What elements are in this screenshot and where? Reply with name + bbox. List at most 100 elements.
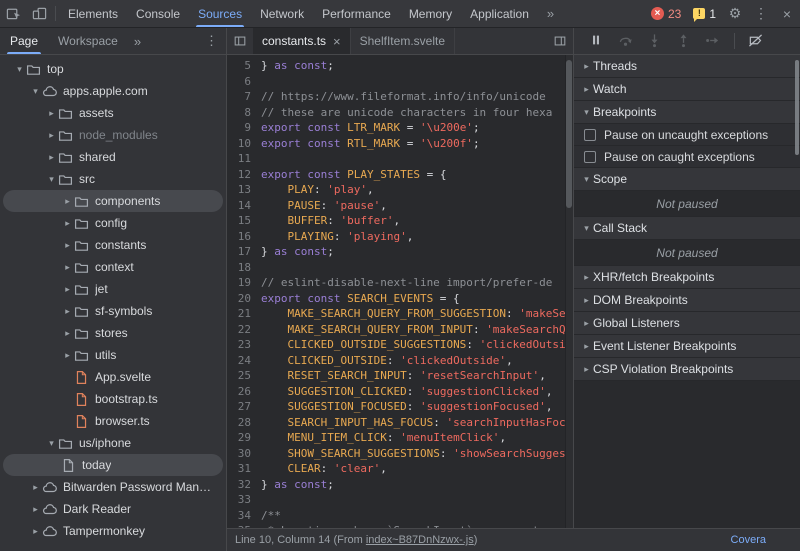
code-text[interactable]: SUGGESTION_CLICKED: 'suggestionClicked', (261, 384, 573, 400)
step-out-icon[interactable] (676, 33, 692, 49)
tab-sources[interactable]: Sources (189, 0, 251, 27)
error-badge[interactable]: × 23 (645, 0, 687, 27)
chevron-down-icon[interactable]: ▾ (45, 438, 58, 449)
line-number[interactable]: 10 (227, 136, 261, 152)
tree-item-utils[interactable]: ▸ utils (3, 344, 223, 366)
chevron-down-icon[interactable]: ▾ (45, 174, 58, 185)
tree-item-browser-ts[interactable]: browser.ts (3, 410, 223, 432)
code-text[interactable]: RESET_SEARCH_INPUT: 'resetSearchInput', (261, 368, 573, 384)
line-number[interactable]: 5 (227, 58, 261, 74)
code-text[interactable] (261, 151, 573, 167)
code-text[interactable]: * Locations where `SearchInput` componen… (261, 523, 573, 528)
section-call-stack[interactable]: ▾ Call Stack (574, 217, 800, 240)
line-number[interactable]: 11 (227, 151, 261, 167)
code-text[interactable] (261, 492, 573, 508)
step-into-icon[interactable] (647, 33, 663, 49)
line-number[interactable]: 16 (227, 229, 261, 245)
pause-on-uncaught-exceptions-checkbox[interactable] (584, 128, 596, 141)
chevron-right-icon[interactable]: ▸ (61, 218, 74, 229)
navigator-tab-workspace[interactable]: Workspace (48, 28, 128, 54)
line-number[interactable]: 12 (227, 167, 261, 183)
code-text[interactable]: export const PLAY_STATES = { (261, 167, 573, 183)
line-number[interactable]: 34 (227, 508, 261, 524)
code-text[interactable]: BUFFER: 'buffer', (261, 213, 573, 229)
section-breakpoints[interactable]: ▾ Breakpoints (574, 101, 800, 124)
line-number[interactable]: 25 (227, 368, 261, 384)
chevron-right-icon[interactable]: ▸ (45, 108, 58, 119)
tree-item-components[interactable]: ▸ components (3, 190, 223, 212)
tree-item-config[interactable]: ▸ config (3, 212, 223, 234)
section-global-listeners[interactable]: ▸ Global Listeners (574, 312, 800, 335)
pause-on-caught-exceptions-row[interactable]: Pause on caught exceptions (574, 146, 800, 168)
code-text[interactable]: SUGGESTION_FOCUSED: 'suggestionFocused', (261, 399, 573, 415)
code-text[interactable]: MAKE_SEARCH_QUERY_FROM_SUGGESTION: 'make… (261, 306, 574, 322)
line-number[interactable]: 17 (227, 244, 261, 260)
line-number[interactable]: 15 (227, 213, 261, 229)
pause-on-caught-exceptions-checkbox[interactable] (584, 150, 596, 163)
code-text[interactable]: } as const; (261, 244, 573, 260)
code-text[interactable]: export const SEARCH_EVENTS = { (261, 291, 573, 307)
code-text[interactable]: SHOW_SEARCH_SUGGESTIONS: 'showSearchSugg… (261, 446, 574, 462)
line-number[interactable]: 13 (227, 182, 261, 198)
coverage-link[interactable]: Covera (731, 534, 766, 546)
section-event-listener-breakpoints[interactable]: ▸ Event Listener Breakpoints (574, 335, 800, 358)
tree-item-jet[interactable]: ▸ jet (3, 278, 223, 300)
line-number[interactable]: 32 (227, 477, 261, 493)
code-text[interactable]: PLAYING: 'playing', (261, 229, 573, 245)
toggle-debugger-sidebar-icon[interactable] (547, 28, 573, 54)
line-number[interactable]: 18 (227, 260, 261, 276)
tree-item-top[interactable]: ▾ top (3, 58, 223, 80)
tab-application[interactable]: Application (461, 0, 538, 27)
line-number[interactable]: 22 (227, 322, 261, 338)
chevron-down-icon[interactable]: ▾ (29, 86, 42, 97)
tree-item-stores[interactable]: ▸ stores (3, 322, 223, 344)
code-text[interactable]: CLICKED_OUTSIDE_SUGGESTIONS: 'clickedOut… (261, 337, 574, 353)
chevron-right-icon[interactable]: ▸ (45, 130, 58, 141)
code-text[interactable]: CLEAR: 'clear', (261, 461, 573, 477)
line-number[interactable]: 27 (227, 399, 261, 415)
code-text[interactable]: /** (261, 508, 573, 524)
code-text[interactable]: PAUSE: 'pause', (261, 198, 573, 214)
line-number[interactable]: 23 (227, 337, 261, 353)
more-panels-icon[interactable]: » (538, 0, 563, 27)
code-text[interactable]: MAKE_SEARCH_QUERY_FROM_INPUT: 'makeSearc… (261, 322, 574, 338)
tree-item-today[interactable]: today (3, 454, 223, 476)
code-text[interactable]: export const LTR_MARK = '\u200e'; (261, 120, 573, 136)
editor-scrollbar-thumb[interactable] (566, 60, 572, 208)
code-text[interactable]: PLAY: 'play', (261, 182, 573, 198)
section-xhr-fetch-breakpoints[interactable]: ▸ XHR/fetch Breakpoints (574, 266, 800, 289)
code-text[interactable]: // eslint-disable-next-line import/prefe… (261, 275, 573, 291)
tab-console[interactable]: Console (127, 0, 189, 27)
chevron-right-icon[interactable]: ▸ (61, 328, 74, 339)
section-dom-breakpoints[interactable]: ▸ DOM Breakpoints (574, 289, 800, 312)
tree-item-apps-apple-com[interactable]: ▾ apps.apple.com (3, 80, 223, 102)
navigator-tab-page[interactable]: Page (0, 28, 48, 54)
chevron-right-icon[interactable]: ▸ (61, 196, 74, 207)
line-number[interactable]: 28 (227, 415, 261, 431)
line-number[interactable]: 31 (227, 461, 261, 477)
sourcemap-origin-link[interactable]: index~B87DnNzwx-.js (366, 534, 474, 546)
close-devtools-icon[interactable]: × (774, 0, 800, 27)
deactivate-breakpoints-icon[interactable] (748, 33, 764, 49)
more-navigator-tabs-icon[interactable]: » (128, 28, 147, 54)
kebab-menu-icon[interactable]: ⋮ (748, 0, 774, 27)
inspect-element-icon[interactable] (0, 0, 26, 27)
line-number[interactable]: 19 (227, 275, 261, 291)
line-number[interactable]: 33 (227, 492, 261, 508)
chevron-right-icon[interactable]: ▸ (61, 284, 74, 295)
line-number[interactable]: 7 (227, 89, 261, 105)
step-over-icon[interactable] (618, 33, 634, 49)
tree-item-us-iphone[interactable]: ▾ us/iphone (3, 432, 223, 454)
section-csp-violation-breakpoints[interactable]: ▸ CSP Violation Breakpoints (574, 358, 800, 381)
line-number[interactable]: 14 (227, 198, 261, 214)
line-number[interactable]: 20 (227, 291, 261, 307)
navigator-kebab-icon[interactable]: ⋮ (197, 28, 226, 54)
code-text[interactable]: SEARCH_INPUT_HAS_FOCUS: 'searchInputHasF… (261, 415, 574, 431)
tree-item-shared[interactable]: ▸ shared (3, 146, 223, 168)
code-text[interactable]: // these are unicode characters in four … (261, 105, 573, 121)
line-number[interactable]: 24 (227, 353, 261, 369)
tree-item-dark-reader[interactable]: ▸ Dark Reader (3, 498, 223, 520)
tab-network[interactable]: Network (251, 0, 313, 27)
chevron-right-icon[interactable]: ▸ (45, 152, 58, 163)
code-text[interactable]: } as const; (261, 477, 573, 493)
